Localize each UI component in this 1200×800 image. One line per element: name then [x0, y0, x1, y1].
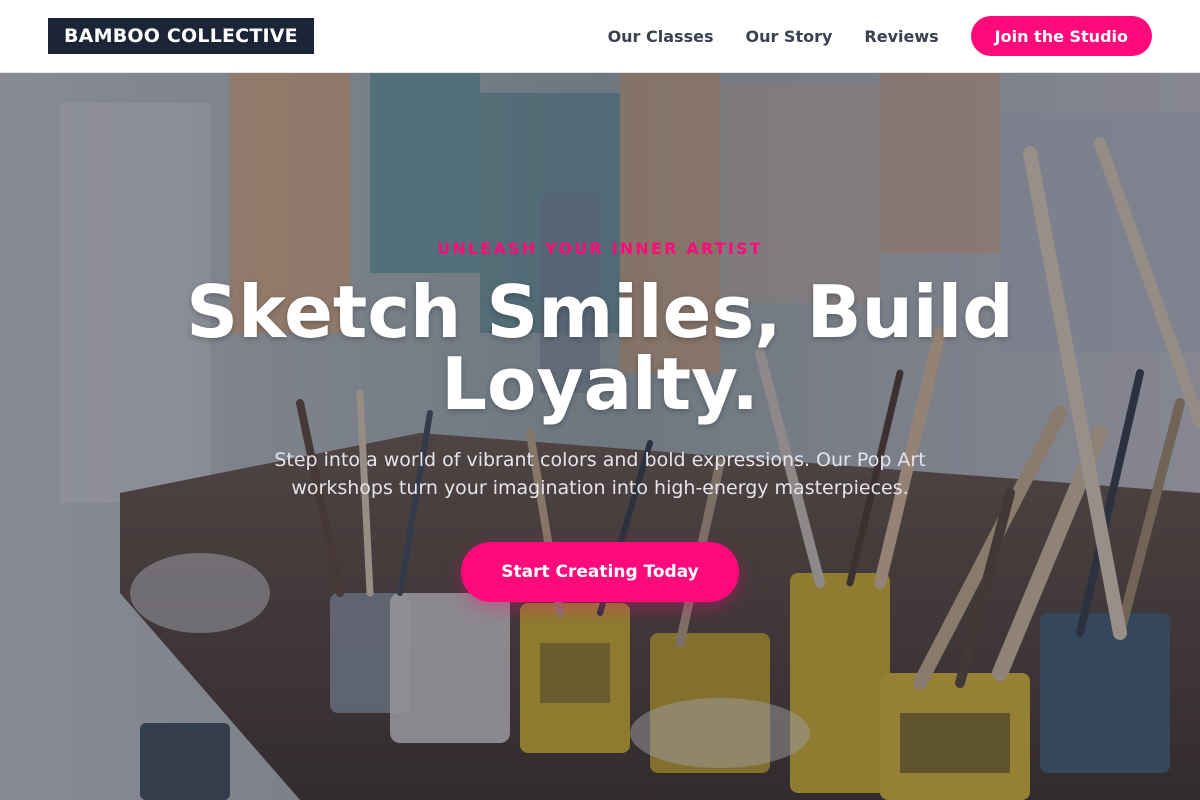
- hero-content: UNLEASH YOUR INNER ARTIST Sketch Smiles,…: [0, 73, 1200, 800]
- hero-headline: Sketch Smiles, Build Loyalty.: [186, 270, 1014, 426]
- nav-link-our-story[interactable]: Our Story: [745, 27, 832, 46]
- brand-logo[interactable]: BAMBOO COLLECTIVE: [48, 18, 314, 54]
- hero-section: UNLEASH YOUR INNER ARTIST Sketch Smiles,…: [0, 73, 1200, 800]
- start-creating-button[interactable]: Start Creating Today: [461, 542, 739, 602]
- main-nav: Our Classes Our Story Reviews Join the S…: [608, 16, 1152, 56]
- nav-link-reviews[interactable]: Reviews: [864, 27, 938, 46]
- join-studio-button[interactable]: Join the Studio: [970, 16, 1152, 56]
- hero-eyebrow: UNLEASH YOUR INNER ARTIST: [437, 239, 763, 258]
- nav-link-our-classes[interactable]: Our Classes: [608, 27, 714, 46]
- site-header: BAMBOO COLLECTIVE Our Classes Our Story …: [0, 0, 1200, 73]
- hero-subtext: Step into a world of vibrant colors and …: [274, 449, 926, 499]
